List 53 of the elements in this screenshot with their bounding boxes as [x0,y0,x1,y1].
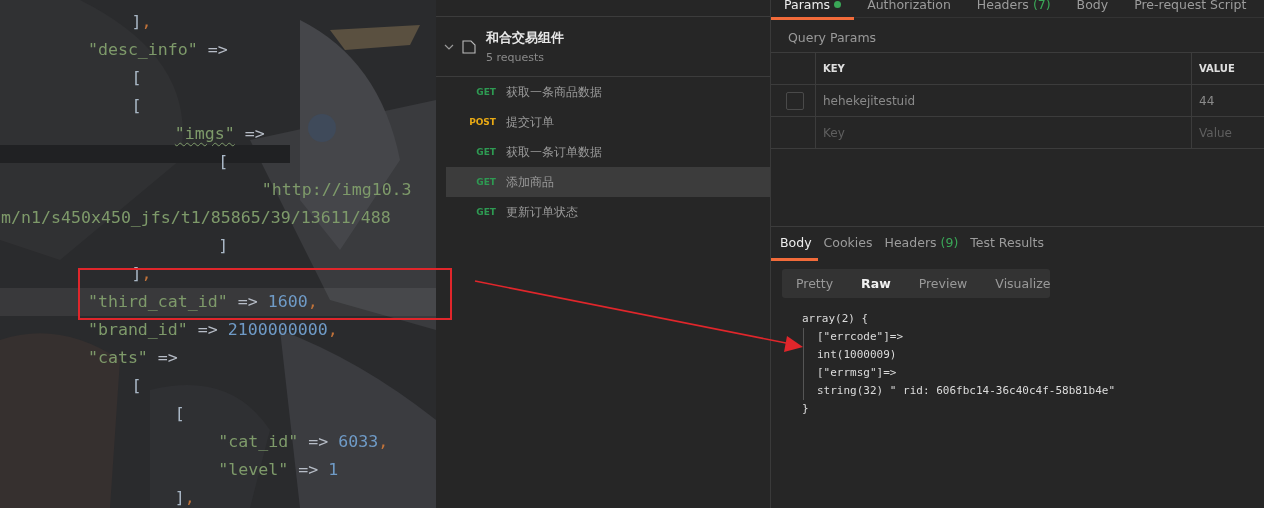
tab[interactable]: Params [771,0,855,20]
response-line: } [802,401,810,417]
code-line: [ [130,68,142,88]
response-line: array(2) { [802,311,870,327]
code-line: [ [130,376,142,396]
code-line: "cat_id" => 6033, [217,432,389,452]
chevron-icon[interactable] [444,43,454,50]
code-line: "http://img10.3 [260,180,412,200]
code-line: "imgs" => [173,124,265,144]
format-button[interactable]: Visualize [981,269,1065,298]
tab[interactable]: Test Results [964,236,1050,261]
tab[interactable]: Headers (7) [963,0,1064,20]
code-line: [ [217,152,229,172]
collection-title[interactable]: 和合交易组件 [486,29,564,47]
checkbox[interactable] [786,91,804,110]
tab[interactable]: Headers (9) [878,236,965,261]
code-line: ] [217,236,229,256]
request-item[interactable]: GET 添加商品 [446,167,770,197]
tab[interactable]: Cookies [817,236,879,261]
format-button[interactable]: Pretty [782,269,848,298]
folder-icon [462,39,476,54]
tab[interactable]: Body [1063,0,1122,20]
code-line: "brand_id" => 2100000000, [86,320,338,340]
format-button[interactable]: Raw [847,269,905,298]
value-field[interactable]: Value [1199,125,1258,140]
tab[interactable]: Body [771,236,818,261]
code-line: "third_cat_id" => 1600, [86,292,318,312]
response-line: int(1000009) [817,347,898,363]
request-item[interactable]: GET 获取一条商品数据 [446,77,770,107]
response-line: ["errmsg"]=> [817,365,898,381]
request-item[interactable]: GET 更新订单状态 [446,197,770,227]
section-title: Query Params [771,17,1264,52]
request-count: 5 requests [486,51,546,64]
tab[interactable]: Authorization [854,0,964,20]
format-button[interactable]: Preview [904,269,982,298]
tab[interactable]: Pre-request Script [1121,0,1260,20]
response-line: ["errcode"]=> [817,329,905,345]
request-item[interactable]: POST 提交订单 [446,107,770,137]
code-line: ], [130,12,152,32]
code-line: "cats" => [86,348,178,368]
code-line: "desc_info" => [86,40,228,60]
table-cell[interactable]: hehekejitestuid [816,85,1192,116]
table-cell[interactable]: 44 [1192,85,1264,116]
request-item[interactable]: GET 获取一条订单数据 [446,137,770,167]
response-line: string(32) " rid: 606fbc14-36c40c4f-58b81b4e" [817,383,1116,399]
code-line: m/n1/s450x450_jfs/t1/85865/39/13611/488 [1,208,391,228]
code-line: [ [130,96,142,116]
code-line: ], [173,488,195,508]
column-header: KEY [816,53,1192,84]
column-header: VALUE [1198,62,1236,76]
code-line: [ [173,404,185,424]
key-field[interactable]: Key [823,125,1155,140]
code-line: "level" => 1 [217,460,339,480]
